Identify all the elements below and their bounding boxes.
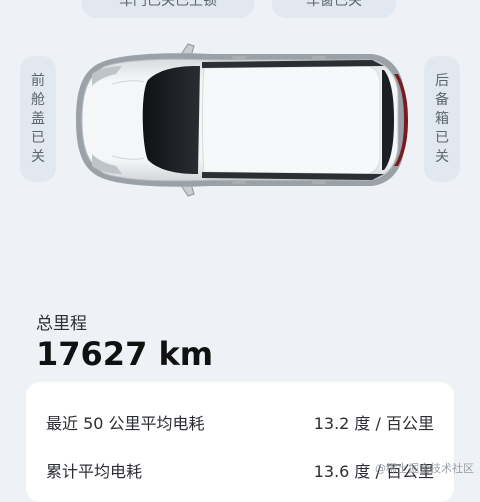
window-status: 车窗已关 bbox=[272, 0, 396, 18]
odometer-value: 17627 km bbox=[36, 335, 214, 373]
energy-consumption-card: 最近 50 公里平均电耗 13.2 度 / 百公里 累计平均电耗 13.6 度 … bbox=[26, 382, 454, 502]
front-hood-status: 前 舱 盖 已 关 bbox=[20, 56, 56, 182]
consumption-row-label: 最近 50 公里平均电耗 bbox=[46, 414, 205, 433]
trunk-char: 已 bbox=[435, 129, 449, 146]
car-top-view-image bbox=[76, 43, 408, 197]
trunk-char: 关 bbox=[435, 148, 449, 165]
front-hood-char: 关 bbox=[31, 148, 45, 165]
trunk-char: 后 bbox=[435, 72, 449, 89]
watermark: @稀土掘金技术社区 bbox=[375, 462, 474, 475]
door-lock-status-text: 车门已关已上锁 bbox=[119, 0, 217, 9]
front-hood-char: 盖 bbox=[31, 110, 45, 127]
front-hood-char: 前 bbox=[31, 72, 45, 89]
consumption-row: 最近 50 公里平均电耗 13.2 度 / 百公里 bbox=[46, 410, 434, 434]
odometer-label: 总里程 bbox=[36, 314, 87, 334]
trunk-char: 备 bbox=[435, 91, 449, 108]
trunk-status: 后 备 箱 已 关 bbox=[424, 56, 460, 182]
trunk-char: 箱 bbox=[435, 110, 449, 127]
front-hood-char: 舱 bbox=[31, 91, 45, 108]
window-status-text: 车窗已关 bbox=[306, 0, 362, 9]
door-lock-status: 车门已关已上锁 bbox=[82, 0, 254, 18]
consumption-row-label: 累计平均电耗 bbox=[46, 462, 143, 481]
consumption-row-value: 13.2 度 / 百公里 bbox=[313, 414, 434, 433]
front-hood-char: 已 bbox=[31, 129, 45, 146]
